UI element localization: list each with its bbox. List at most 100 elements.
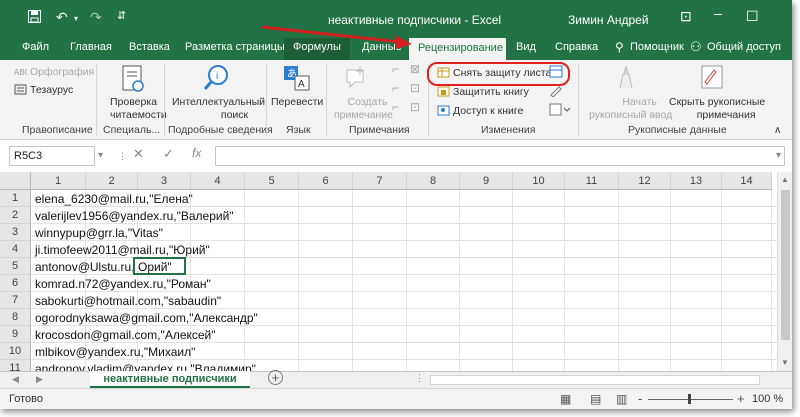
page-break-view-icon[interactable]: ▥	[616, 392, 627, 406]
prev-sheet-icon[interactable]: ◀	[12, 374, 19, 385]
row-header[interactable]: 2	[0, 207, 31, 224]
column-header[interactable]: 2	[86, 172, 138, 190]
cell-text[interactable]: antonov@Ulstu.ru,"	[35, 260, 139, 274]
cell-text[interactable]: mlbikov@yandex.ru,"Михаил"	[35, 345, 195, 359]
vertical-scrollbar[interactable]: ▲ ▼	[777, 172, 792, 371]
formula-input[interactable]	[215, 146, 785, 166]
cell-text[interactable]: elena_6230@mail.ru,"Елена"	[35, 192, 193, 206]
column-header[interactable]: 10	[513, 172, 565, 190]
row-header[interactable]: 9	[0, 326, 31, 343]
row-header[interactable]: 8	[0, 309, 31, 326]
cell-text[interactable]: ji.timofeew2011@mail.ru,"Юрий"	[35, 243, 210, 257]
column-header[interactable]: 8	[407, 172, 460, 190]
tab-help[interactable]: Справка	[555, 41, 598, 53]
column-header[interactable]: 5	[245, 172, 299, 190]
cell-text[interactable]: komrad.n72@yandex.ru,"Роман"	[35, 277, 211, 291]
row-header[interactable]: 4	[0, 241, 31, 258]
row-header[interactable]: 10	[0, 343, 31, 360]
smart-lookup-button[interactable]: Интеллектуальный поиск	[172, 96, 265, 122]
check-accessibility-button[interactable]: Проверка читаемости	[110, 96, 167, 122]
cancel-icon[interactable]: ✕	[133, 146, 144, 162]
row-header[interactable]: 3	[0, 224, 31, 241]
show-ink-icon[interactable]: ⊡	[410, 101, 420, 114]
horizontal-scrollbar[interactable]	[430, 375, 760, 385]
scroll-up-icon[interactable]: ▲	[781, 175, 789, 184]
tab-insert[interactable]: Вставка	[129, 41, 170, 53]
tab-page-layout[interactable]: Разметка страницы	[185, 41, 285, 53]
cell-text[interactable]: krocosdon@gmail.com,"Алексей"	[35, 328, 216, 342]
maximize-icon[interactable]: ☐	[746, 8, 759, 25]
zoom-level[interactable]: 100 %	[752, 393, 783, 405]
cell-text[interactable]: valerijlev1956@yandex.ru,"Валерий"	[35, 209, 234, 223]
insert-function-icon[interactable]: fx	[192, 146, 201, 160]
new-comment-button[interactable]: Создать примечание	[334, 96, 393, 122]
column-header[interactable]: 4	[191, 172, 245, 190]
track-changes-dropdown-icon[interactable]	[549, 103, 571, 120]
next-sheet-icon[interactable]: ▶	[36, 374, 43, 385]
active-cell[interactable]: Орий"	[133, 257, 186, 275]
prev-comment-icon[interactable]: ⌐	[392, 63, 399, 76]
name-box-dropdown-icon[interactable]: ▾	[98, 150, 103, 161]
cell-text[interactable]: sabokurti@hotmail.com,"sabaudin"	[35, 294, 221, 308]
cell-text[interactable]: ogorodnyksawa@gmail.com,"Александр"	[35, 311, 258, 325]
translate-button[interactable]: Перевести	[271, 96, 323, 109]
cell-text[interactable]: andronov.vladim@yandex.ru,"Владимир"	[35, 362, 256, 371]
row-header[interactable]: 11	[0, 360, 31, 371]
protect-workbook-button[interactable]: Защитить книгу	[437, 86, 529, 99]
tab-view[interactable]: Вид	[516, 41, 536, 53]
undo-icon[interactable]: ↶	[56, 9, 68, 26]
tab-formulas[interactable]: Формулы	[293, 41, 341, 53]
thesaurus-button[interactable]: Тезаурус	[14, 84, 73, 97]
column-header[interactable]: 12	[619, 172, 671, 190]
page-layout-view-icon[interactable]: ▤	[590, 392, 601, 406]
sheet-tab-active[interactable]: неактивные подписчики	[90, 371, 250, 389]
column-header[interactable]: 7	[353, 172, 407, 190]
collapse-ribbon-icon[interactable]: ∧	[774, 124, 781, 137]
ribbon-options-icon[interactable]: ⊡	[680, 8, 692, 25]
vertical-scroll-thumb[interactable]	[781, 190, 790, 340]
column-header[interactable]: 6	[299, 172, 353, 190]
enter-icon[interactable]: ✓	[163, 146, 174, 162]
scroll-down-icon[interactable]: ▼	[781, 358, 789, 367]
customize-toolbar-icon[interactable]: ⇵	[117, 9, 126, 22]
row-header[interactable]: 5	[0, 258, 31, 275]
delete-comment-icon[interactable]: ⊠	[410, 63, 420, 76]
track-changes-icon[interactable]	[549, 84, 563, 101]
next-comment-icon[interactable]: ⌐	[392, 82, 399, 95]
save-icon[interactable]	[28, 10, 41, 26]
show-comment-icon[interactable]: ⊡	[410, 82, 420, 95]
zoom-slider-knob[interactable]	[688, 394, 691, 404]
spelling-button[interactable]: ABCОрфография	[14, 66, 94, 79]
row-header[interactable]: 1	[0, 190, 31, 207]
column-header[interactable]: 11	[565, 172, 619, 190]
tab-data[interactable]: Данные	[362, 41, 402, 53]
redo-icon[interactable]: ↷	[90, 9, 102, 26]
expand-formula-bar-icon[interactable]: ▾	[776, 150, 781, 161]
name-box[interactable]: R5C3	[9, 146, 95, 166]
share-workbook-button[interactable]: Доступ к книге	[437, 105, 523, 118]
tab-review[interactable]: Рецензирование	[409, 38, 506, 62]
hscroll-handle-icon[interactable]: ⋮	[415, 373, 424, 384]
show-all-comments-icon[interactable]: ⌐	[392, 101, 399, 114]
normal-view-icon[interactable]: ▦	[560, 392, 571, 406]
user-name[interactable]: Зимин Андрей	[568, 13, 649, 27]
worksheet-grid[interactable]: 1 2 3 4 5 6 7 8 9 10 11 12 13 14 1 elena_6230@mail.ru,…	[0, 172, 792, 371]
column-header[interactable]: 9	[460, 172, 513, 190]
minimize-icon[interactable]: –	[714, 5, 722, 21]
column-header[interactable]: 14	[722, 172, 772, 190]
row-header[interactable]: 6	[0, 275, 31, 292]
row-header[interactable]: 7	[0, 292, 31, 309]
column-header[interactable]: 13	[671, 172, 722, 190]
column-header[interactable]: 3	[138, 172, 191, 190]
zoom-out-button[interactable]: -	[638, 391, 642, 406]
share-button[interactable]: Общий доступ	[707, 41, 781, 53]
tab-home[interactable]: Главная	[70, 41, 112, 53]
column-header[interactable]: 1	[31, 172, 86, 190]
undo-dropdown-icon[interactable]: ▾	[74, 14, 78, 23]
select-all-corner[interactable]	[0, 172, 31, 190]
add-sheet-icon[interactable]: +	[268, 370, 283, 385]
tab-tell-me[interactable]: Помощник	[630, 41, 684, 53]
hide-ink-button[interactable]: Скрыть рукописные примечания	[669, 96, 765, 122]
tab-file[interactable]: Файл	[22, 41, 49, 53]
zoom-in-button[interactable]: +	[737, 391, 745, 406]
